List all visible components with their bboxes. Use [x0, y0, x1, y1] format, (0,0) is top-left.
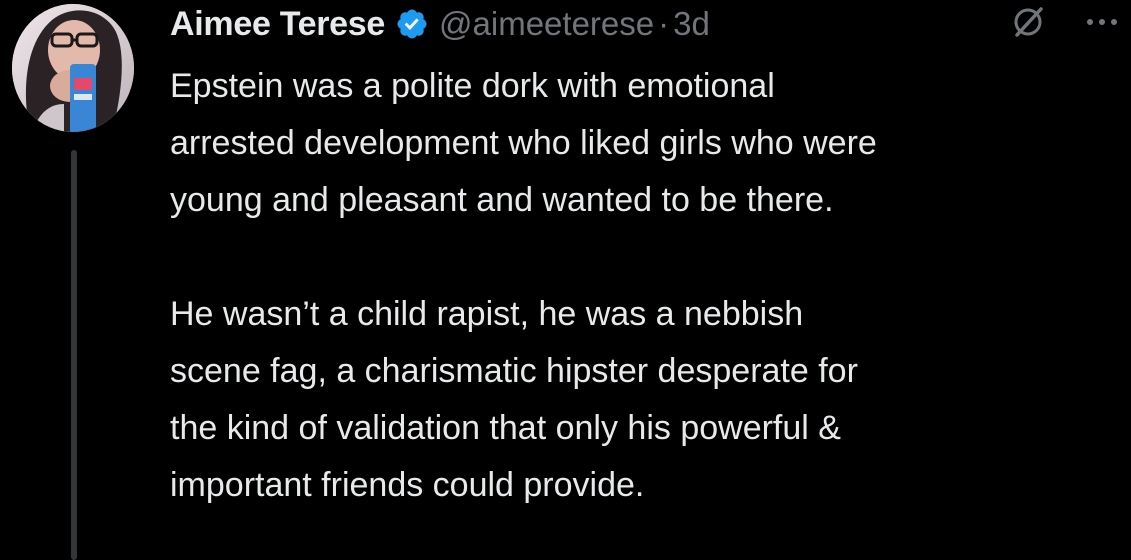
grok-icon[interactable] — [1010, 4, 1046, 40]
verified-badge-icon[interactable] — [395, 7, 429, 41]
more-icon[interactable] — [1082, 4, 1122, 40]
avatar-photo — [12, 4, 134, 132]
thread-line — [71, 150, 77, 560]
tweet-paragraph: Epstein was a polite dork with emotional… — [170, 67, 877, 219]
avatar-column — [12, 4, 134, 560]
avatar[interactable] — [12, 4, 134, 132]
separator-dot: · — [658, 5, 670, 42]
display-name[interactable]: Aimee Terese — [170, 5, 385, 44]
tweet[interactable]: Aimee Terese @aimeeterese · 3d Epstein w… — [0, 0, 1131, 560]
tweet-text: Epstein was a polite dork with emotional… — [170, 58, 1120, 514]
tweet-header: Aimee Terese @aimeeterese · 3d — [170, 2, 1120, 46]
tweet-timestamp[interactable]: 3d — [673, 5, 710, 43]
author-handle[interactable]: @aimeeterese — [439, 5, 654, 43]
tweet-paragraph: He wasn’t a child rapist, he was a nebbi… — [170, 295, 858, 504]
